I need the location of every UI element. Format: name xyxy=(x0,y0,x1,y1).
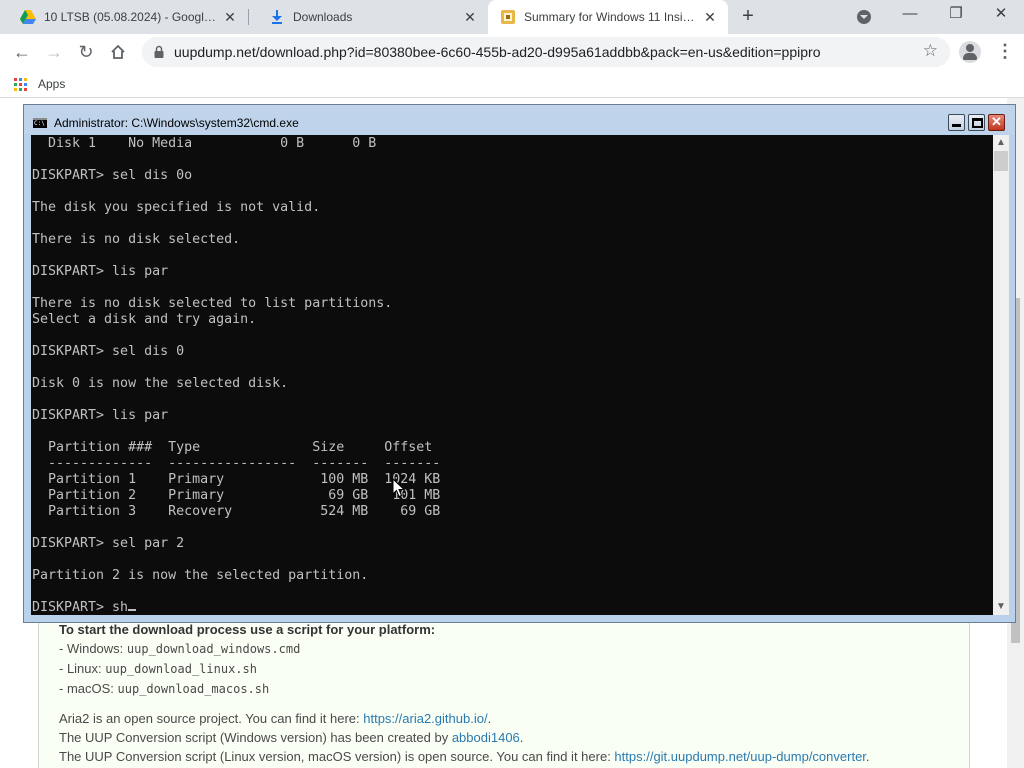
address-bar[interactable]: uupdump.net/download.php?id=80380bee-6c6… xyxy=(142,37,950,67)
cmd-maximize-button[interactable] xyxy=(968,114,985,131)
console-line: There is no disk selected. xyxy=(32,232,241,247)
bookmark-apps[interactable]: Apps xyxy=(38,77,65,91)
bookmarks-bar: Apps xyxy=(0,70,1024,98)
apps-grid-icon[interactable] xyxy=(14,78,27,91)
script-label: - Linux: xyxy=(59,661,106,676)
tab-title: Downloads xyxy=(293,10,353,24)
uup-windows-text: The UUP Conversion script (Windows versi… xyxy=(59,730,452,745)
instructions-heading: To start the download process use a scri… xyxy=(59,622,436,637)
console-line: DISKPART> lis par xyxy=(32,408,169,423)
console-line: There is no disk selected to list partit… xyxy=(32,296,393,311)
tab-close-icon[interactable]: ✕ xyxy=(702,9,718,25)
script-label: - macOS: xyxy=(59,681,118,696)
tab-downloads[interactable]: Downloads ✕ xyxy=(249,0,488,34)
aria2-note: Aria2 is an open source project. You can… xyxy=(59,711,491,726)
script-windows: - Windows: uup_download_windows.cmd xyxy=(59,641,300,656)
tab-title: Summary for Windows 11 Insider xyxy=(524,10,696,24)
forward-arrow-icon[interactable]: → xyxy=(42,40,66,64)
cmd-scrollbar-thumb[interactable] xyxy=(994,151,1008,171)
console-line: DISKPART> sel dis 0o xyxy=(32,168,193,183)
punctuation: . xyxy=(865,749,870,764)
back-arrow-icon[interactable]: ← xyxy=(10,40,34,64)
tab-uupdump[interactable]: Summary for Windows 11 Insider ✕ xyxy=(488,0,728,34)
script-label: - Windows: xyxy=(59,641,127,656)
script-linux: - Linux: uup_download_linux.sh xyxy=(59,661,257,676)
mouse-pointer-icon xyxy=(392,478,406,498)
punctuation: . xyxy=(519,730,524,745)
lock-icon xyxy=(154,45,164,58)
tab-google-drive[interactable]: 10 LTSB (05.08.2024) - Google Drive ✕ xyxy=(0,0,248,34)
uupdump-icon xyxy=(500,9,516,25)
console-line: Disk 0 is now the selected disk. xyxy=(32,376,289,391)
uup-linux-credit: The UUP Conversion script (Linux version… xyxy=(59,749,870,764)
console-line: DISKPART> sel dis 0 xyxy=(32,344,185,359)
console-line: Partition 1 Primary 100 MB 1024 KB xyxy=(48,472,441,487)
more-menu-icon[interactable]: ⋮ xyxy=(996,41,1014,63)
download-icon xyxy=(269,9,285,25)
console-line: Partition 2 is now the selected partitio… xyxy=(32,568,369,583)
tab-close-icon[interactable]: ✕ xyxy=(462,9,478,25)
google-drive-icon xyxy=(20,9,36,25)
download-instructions-panel: To start the download process use a scri… xyxy=(38,615,970,768)
console-line: Select a disk and try again. xyxy=(32,312,257,327)
console-line: Partition ### Type Size Offset xyxy=(48,440,433,455)
console-line: Disk 1 No Media 0 B 0 B xyxy=(48,136,377,151)
script-file: uup_download_macos.sh xyxy=(117,682,270,696)
reload-icon[interactable]: ↻ xyxy=(74,40,98,64)
console-line: Partition 3 Recovery 524 MB 69 GB xyxy=(48,504,441,519)
script-macos: - macOS: uup_download_macos.sh xyxy=(59,681,269,696)
cmd-scrollbar[interactable]: ▲ ▼ xyxy=(993,135,1009,615)
scroll-up-icon[interactable]: ▲ xyxy=(993,135,1009,151)
console-output[interactable]: Disk 1 No Media 0 B 0 B DISKPART> sel di… xyxy=(31,135,993,615)
aria2-text: Aria2 is an open source project. You can… xyxy=(59,711,364,726)
cmd-minimize-button[interactable] xyxy=(948,114,965,131)
console-line: DISKPART> sel par 2 xyxy=(32,536,185,551)
new-tab-button[interactable]: + xyxy=(736,5,760,29)
punctuation: . xyxy=(487,711,492,726)
browser-toolbar: ← → ↻ uupdump.net/download.php?id=80380b… xyxy=(0,34,1024,70)
command-prompt-line: DISKPART> sh xyxy=(32,600,129,615)
converter-link[interactable]: https://git.uupdump.net/uup-dump/convert… xyxy=(614,749,866,764)
scroll-down-icon[interactable]: ▼ xyxy=(993,599,1009,615)
tab-search-icon[interactable] xyxy=(857,10,871,24)
text-caret xyxy=(128,609,137,611)
aria2-link[interactable]: https://aria2.github.io/ xyxy=(363,711,487,726)
console-line: Partition 2 Primary 69 GB 101 MB xyxy=(48,488,441,503)
cmd-close-button[interactable]: ✕ xyxy=(988,114,1005,131)
console-lines: Disk 1 No Media 0 B 0 B DISKPART> sel di… xyxy=(32,136,440,583)
window-restore-button[interactable]: ❐ xyxy=(933,0,979,30)
url-text: uupdump.net/download.php?id=80380bee-6c6… xyxy=(174,44,821,60)
profile-avatar-icon[interactable] xyxy=(959,41,981,63)
home-icon[interactable] xyxy=(106,40,130,64)
tab-title: 10 LTSB (05.08.2024) - Google Drive xyxy=(44,10,216,24)
window-minimize-button[interactable]: — xyxy=(887,0,933,30)
script-file: uup_download_linux.sh xyxy=(105,662,257,676)
tab-close-icon[interactable]: ✕ xyxy=(222,9,238,25)
cmd-icon xyxy=(33,118,47,128)
cmd-title-bar[interactable]: Administrator: C:\Windows\system32\cmd.e… xyxy=(24,105,1015,134)
script-file: uup_download_windows.cmd xyxy=(126,642,301,656)
console-line: DISKPART> lis par xyxy=(32,264,169,279)
tab-strip: 10 LTSB (05.08.2024) - Google Drive ✕ Do… xyxy=(0,0,1024,34)
console-text: Disk 1 No Media 0 B 0 B DISKPART> sel di… xyxy=(32,136,440,615)
uup-windows-credit: The UUP Conversion script (Windows versi… xyxy=(59,730,523,745)
cmd-title: Administrator: C:\Windows\system32\cmd.e… xyxy=(54,116,299,130)
window-close-button[interactable]: ✕ xyxy=(978,0,1024,30)
abbodi-link[interactable]: abbodi1406 xyxy=(452,730,520,745)
console-line: ------------- ---------------- ------- -… xyxy=(48,456,441,471)
uup-linux-text: The UUP Conversion script (Linux version… xyxy=(59,749,615,764)
cmd-window[interactable]: Administrator: C:\Windows\system32\cmd.e… xyxy=(23,104,1016,623)
bookmark-star-icon[interactable]: ☆ xyxy=(923,41,938,61)
console-line: The disk you specified is not valid. xyxy=(32,200,321,215)
